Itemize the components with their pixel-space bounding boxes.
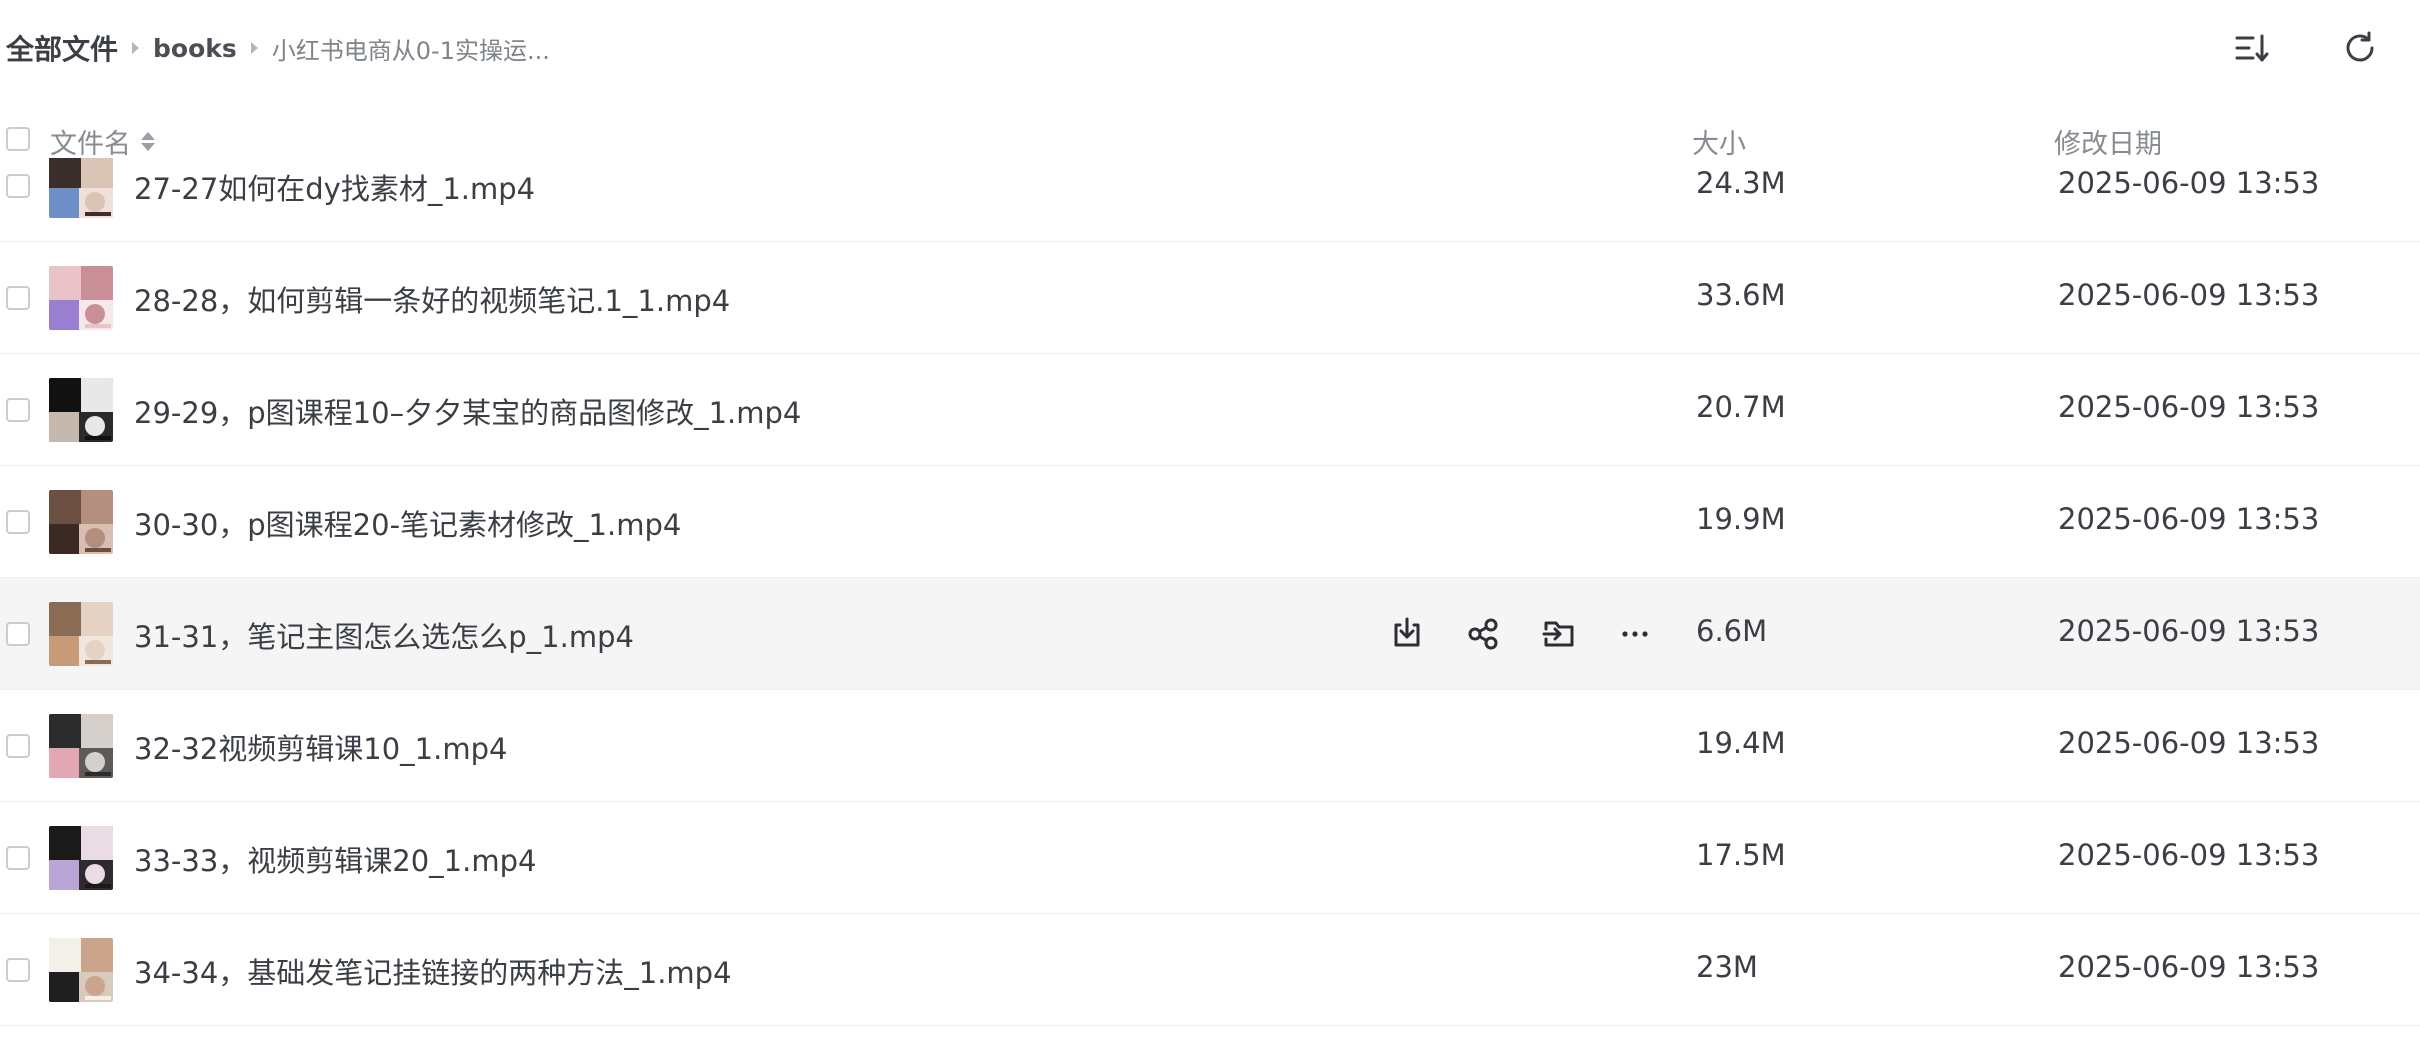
file-name[interactable]: 31-31，笔记主图怎么选怎么p_1.mp4	[134, 614, 634, 656]
column-header-size[interactable]: 大小	[1692, 122, 1746, 161]
list-sort-icon[interactable]	[2230, 26, 2274, 70]
move-icon[interactable]	[1538, 613, 1580, 655]
table-row[interactable]: 34-34，基础发笔记挂链接的两种方法_1.mp4 23M 2025-06-09 1…	[0, 914, 2420, 1026]
file-modified-date: 2025-06-09 13:53	[2058, 950, 2320, 984]
refresh-icon[interactable]	[2338, 26, 2382, 70]
row-checkbox[interactable]	[6, 846, 30, 870]
row-actions	[1386, 613, 1656, 655]
file-modified-date: 2025-06-09 13:53	[2058, 390, 2320, 424]
sort-toggle-icon[interactable]	[141, 132, 155, 151]
file-modified-date: 2025-06-09 13:53	[2058, 502, 2320, 536]
breadcrumb-separator-icon	[250, 42, 258, 54]
file-size: 17.5M	[1696, 838, 1786, 872]
file-name[interactable]: 30-30，p图课程20-笔记素材修改_1.mp4	[134, 502, 681, 544]
breadcrumb-root[interactable]: 全部文件	[6, 28, 118, 68]
file-name[interactable]: 29-29，p图课程10–夕夕某宝的商品图修改_1.mp4	[134, 390, 801, 432]
file-modified-date: 2025-06-09 13:53	[2058, 726, 2320, 760]
table-row[interactable]: 31-31，笔记主图怎么选怎么p_1.mp4 6.6M 2025-06-09 13:…	[0, 578, 2420, 690]
file-list: 27-27如何在dy找素材_1.mp4 24.3M 2025-06-09 13:53…	[0, 158, 2420, 1048]
file-modified-date: 2025-06-09 13:53	[2058, 278, 2320, 312]
file-size: 19.9M	[1696, 502, 1786, 536]
table-row[interactable]: 30-30，p图课程20-笔记素材修改_1.mp4 19.9M 2025-06-09…	[0, 466, 2420, 578]
video-thumbnail[interactable]	[49, 490, 113, 554]
column-header-name-label: 文件名	[50, 129, 131, 160]
table-row[interactable]: 32-32视频剪辑课10_1.mp4 19.4M 2025-06-09 13:53	[0, 690, 2420, 802]
table-row[interactable]: 33-33，视频剪辑课20_1.mp4 17.5M 2025-06-09 13:53	[0, 802, 2420, 914]
column-header-date[interactable]: 修改日期	[2054, 122, 2162, 161]
video-thumbnail[interactable]	[49, 714, 113, 778]
file-name[interactable]: 27-27如何在dy找素材_1.mp4	[134, 166, 535, 208]
breadcrumb: 全部文件 books 小红书电商从0-1实操运...	[6, 28, 550, 68]
file-name[interactable]: 32-32视频剪辑课10_1.mp4	[134, 726, 507, 768]
download-icon[interactable]	[1386, 613, 1428, 655]
table-row[interactable]: 29-29，p图课程10–夕夕某宝的商品图修改_1.mp4 20.7M 2025-0…	[0, 354, 2420, 466]
file-size: 33.6M	[1696, 278, 1786, 312]
file-name[interactable]: 34-34，基础发笔记挂链接的两种方法_1.mp4	[134, 950, 732, 992]
file-size: 24.3M	[1696, 166, 1786, 200]
table-row[interactable]: 28-28，如何剪辑一条好的视频笔记.1_1.mp4 33.6M 2025-06-0…	[0, 242, 2420, 354]
file-name[interactable]: 28-28，如何剪辑一条好的视频笔记.1_1.mp4	[134, 278, 730, 320]
video-thumbnail[interactable]	[49, 602, 113, 666]
video-thumbnail[interactable]	[49, 158, 113, 218]
row-checkbox[interactable]	[6, 398, 30, 422]
file-size: 20.7M	[1696, 390, 1786, 424]
row-checkbox[interactable]	[6, 174, 30, 198]
row-checkbox[interactable]	[6, 734, 30, 758]
video-thumbnail[interactable]	[49, 378, 113, 442]
file-modified-date: 2025-06-09 13:53	[2058, 838, 2320, 872]
file-size: 23M	[1696, 950, 1758, 984]
file-modified-date: 2025-06-09 13:53	[2058, 614, 2320, 648]
row-checkbox[interactable]	[6, 958, 30, 982]
file-name[interactable]: 33-33，视频剪辑课20_1.mp4	[134, 838, 536, 880]
breadcrumb-current: 小红书电商从0-1实操运...	[271, 36, 550, 65]
file-size: 6.6M	[1696, 614, 1768, 648]
breadcrumb-separator-icon	[132, 42, 140, 54]
breadcrumb-parent[interactable]: books	[153, 34, 237, 63]
top-bar: 全部文件 books 小红书电商从0-1实操运...	[0, 0, 2420, 96]
share-icon[interactable]	[1462, 613, 1504, 655]
more-icon[interactable]	[1614, 613, 1656, 655]
video-thumbnail[interactable]	[49, 938, 113, 1002]
file-size: 19.4M	[1696, 726, 1786, 760]
row-checkbox[interactable]	[6, 286, 30, 310]
column-header-name[interactable]: 文件名	[50, 122, 155, 161]
video-thumbnail[interactable]	[49, 266, 113, 330]
video-thumbnail[interactable]	[49, 826, 113, 890]
file-modified-date: 2025-06-09 13:53	[2058, 166, 2320, 200]
table-row[interactable]: 27-27如何在dy找素材_1.mp4 24.3M 2025-06-09 13:53	[0, 158, 2420, 242]
row-checkbox[interactable]	[6, 622, 30, 646]
select-all-checkbox[interactable]	[6, 127, 30, 151]
row-checkbox[interactable]	[6, 510, 30, 534]
